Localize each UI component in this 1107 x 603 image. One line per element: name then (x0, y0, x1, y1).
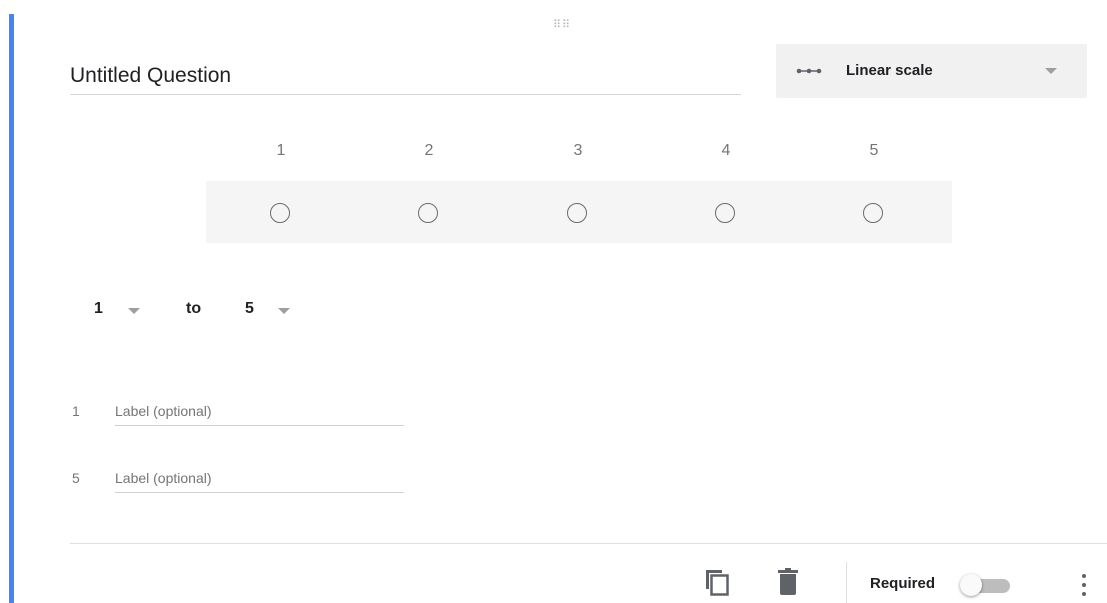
chevron-down-icon[interactable] (278, 308, 290, 314)
scale-min-select[interactable]: 1 (94, 300, 103, 318)
scale-number: 1 (276, 142, 286, 159)
copy-icon[interactable] (703, 567, 731, 597)
scale-radio-2[interactable] (418, 203, 438, 223)
scale-radio-3[interactable] (567, 203, 587, 223)
question-type-dropdown[interactable]: Linear scale (776, 44, 1087, 98)
question-type-label: Linear scale (846, 62, 933, 79)
min-label-input[interactable] (115, 397, 404, 426)
max-label-number: 5 (72, 470, 80, 486)
question-title-input[interactable]: Untitled Question (70, 64, 741, 95)
scale-radio-5[interactable] (863, 203, 883, 223)
question-card: ⠿⠿ Untitled Question Linear scale 1 2 3 … (0, 0, 1107, 603)
toggle-thumb (960, 574, 982, 596)
range-to-label: to (186, 300, 202, 317)
more-vert-icon[interactable] (1078, 573, 1090, 597)
scale-number: 4 (721, 142, 731, 159)
chevron-down-icon (1045, 68, 1057, 74)
trash-icon[interactable] (777, 568, 799, 596)
active-question-accent-bar (9, 14, 14, 603)
scale-number: 5 (869, 142, 879, 159)
chevron-down-icon[interactable] (128, 308, 140, 314)
scale-number: 2 (424, 142, 434, 159)
required-toggle[interactable] (958, 571, 1016, 597)
min-label-number: 1 (72, 403, 80, 419)
required-label: Required (870, 575, 936, 592)
footer-separator (846, 562, 847, 603)
drag-handle-icon[interactable]: ⠿⠿ (553, 20, 571, 31)
linear-scale-icon (796, 68, 822, 74)
max-label-input[interactable] (115, 464, 404, 493)
scale-max-select[interactable]: 5 (245, 300, 254, 318)
scale-radio-4[interactable] (715, 203, 735, 223)
scale-radio-1[interactable] (270, 203, 290, 223)
scale-number: 3 (573, 142, 583, 159)
footer-divider (70, 543, 1107, 544)
